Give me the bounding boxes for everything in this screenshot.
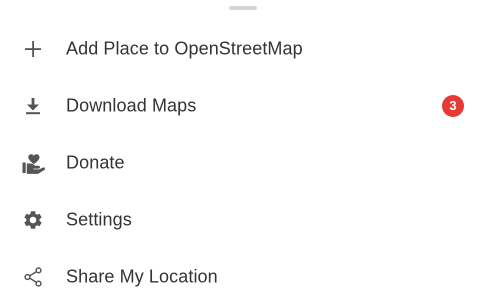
menu-item-label: Add Place to OpenStreetMap (66, 38, 303, 58)
bottom-sheet-menu: Add Place to OpenStreetMap Download Maps… (0, 0, 486, 303)
drag-handle[interactable] (229, 6, 257, 10)
download-icon (20, 93, 46, 119)
menu-item-download-maps[interactable]: Download Maps 3 (0, 77, 486, 134)
menu-list: Add Place to OpenStreetMap Download Maps… (0, 20, 486, 303)
menu-item-add-place[interactable]: Add Place to OpenStreetMap (0, 20, 486, 77)
menu-item-label: Settings (66, 209, 132, 229)
donate-heart-hand-icon (20, 150, 46, 176)
gear-icon (20, 207, 46, 233)
menu-item-donate[interactable]: Donate (0, 134, 486, 191)
menu-item-share-location[interactable]: Share My Location (0, 248, 486, 303)
download-count-badge: 3 (442, 94, 464, 117)
share-icon (20, 264, 46, 290)
menu-item-label: Share My Location (66, 266, 218, 286)
menu-item-label: Download Maps (66, 95, 197, 115)
plus-icon (20, 36, 46, 62)
menu-item-settings[interactable]: Settings (0, 191, 486, 248)
menu-item-label: Donate (66, 152, 125, 172)
